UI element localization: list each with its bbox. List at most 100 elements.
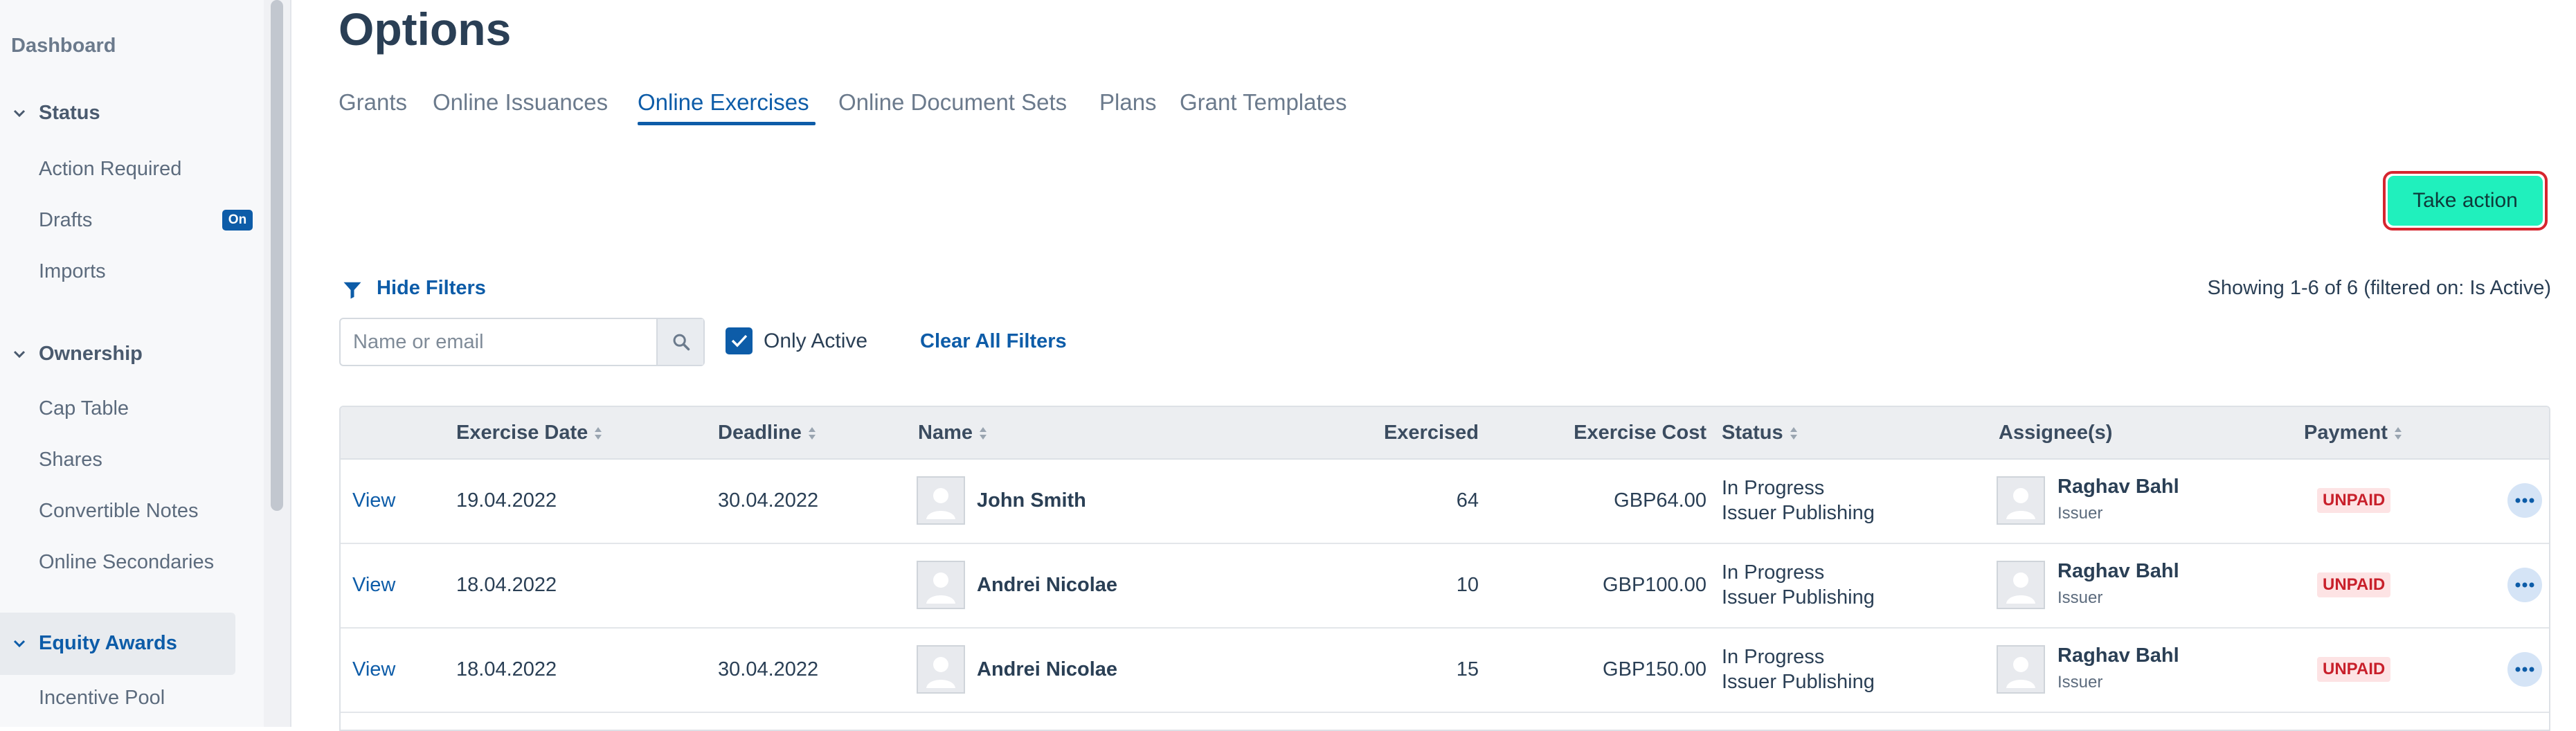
view-link[interactable]: View xyxy=(352,488,395,513)
table-row: View 18.04.2022 Andrei Nicolae 10 GBP100… xyxy=(341,543,2549,629)
drafts-badge: On xyxy=(222,210,253,231)
sort-icon xyxy=(1790,427,1797,440)
status-line-1: In Progress xyxy=(1722,477,1825,499)
status-line-1: In Progress xyxy=(1722,646,1825,668)
deadline-cell: 30.04.2022 xyxy=(718,489,819,512)
sort-icon xyxy=(980,427,987,440)
exercise-date-cell: 19.04.2022 xyxy=(456,489,557,512)
column-header-status[interactable]: Status xyxy=(1722,421,1799,444)
tab-plans[interactable]: Plans xyxy=(1099,87,1157,118)
exercise-date-cell: 18.04.2022 xyxy=(456,658,557,680)
sidebar-item-action-required[interactable]: Action Required xyxy=(39,158,181,181)
table-row: View 19.04.2022 30.04.2022 John Smith 64… xyxy=(341,458,2549,544)
chevron-down-icon[interactable] xyxy=(11,346,28,363)
assignee-avatar xyxy=(1997,476,2045,525)
tab-online-document-sets[interactable]: Online Document Sets xyxy=(838,87,1067,118)
sidebar-item-cap-table[interactable]: Cap Table xyxy=(39,397,129,420)
column-header-exercised: Exercised xyxy=(1383,422,1479,444)
sidebar-section-ownership[interactable]: Ownership xyxy=(39,343,143,366)
table-row: View 18.04.2022 30.04.2022 Andrei Nicola… xyxy=(341,627,2549,713)
exercise-cost-cell: GBP64.00 xyxy=(1614,489,1706,512)
search-input[interactable] xyxy=(341,319,659,365)
sort-icon xyxy=(2394,427,2402,440)
tab-grant-templates[interactable]: Grant Templates xyxy=(1180,87,1347,118)
assignee-role: Issuer xyxy=(2057,588,2103,607)
sidebar-item-convertible-notes[interactable]: Convertible Notes xyxy=(39,500,199,523)
column-header-payment[interactable]: Payment xyxy=(2304,421,2403,444)
search-button[interactable] xyxy=(656,319,703,365)
sidebar: Dashboard Status Action Required Drafts … xyxy=(0,0,264,727)
search-box xyxy=(339,318,705,366)
assignee-role: Issuer xyxy=(2057,504,2103,523)
only-active-label[interactable]: Only Active xyxy=(764,328,867,354)
ellipsis-icon xyxy=(2515,498,2534,503)
sidebar-item-incentive-pool[interactable]: Incentive Pool xyxy=(39,687,165,710)
avatar xyxy=(917,645,965,694)
assignee-avatar xyxy=(1997,561,2045,609)
column-header-name[interactable]: Name xyxy=(918,421,988,444)
tab-online-exercises[interactable]: Online Exercises xyxy=(638,87,809,118)
exercise-cost-cell: GBP150.00 xyxy=(1603,658,1706,680)
column-header-exercise-date[interactable]: Exercise Date xyxy=(456,421,603,444)
user-placeholder-icon xyxy=(926,488,955,519)
payment-status-badge: UNPAID xyxy=(2317,657,2391,682)
exercised-cell: 15 xyxy=(1456,658,1479,680)
scrollbar-thumb[interactable] xyxy=(271,0,283,511)
hide-filters-label: Hide Filters xyxy=(377,277,486,299)
status-line-2: Issuer Publishing xyxy=(1722,671,1875,693)
payment-status-badge: UNPAID xyxy=(2317,572,2391,597)
clear-all-filters-link[interactable]: Clear All Filters xyxy=(920,328,1067,354)
assignee-name: Raghav Bahl xyxy=(2057,560,2179,582)
exercised-cell: 10 xyxy=(1456,574,1479,596)
checkmark-icon xyxy=(731,334,748,348)
column-header-assignees: Assignee(s) xyxy=(1999,422,2113,444)
more-actions-button[interactable] xyxy=(2507,652,2542,687)
sidebar-section-equity-awards[interactable]: Equity Awards xyxy=(39,632,177,655)
exercise-cost-cell: GBP100.00 xyxy=(1603,574,1706,596)
user-placeholder-icon xyxy=(926,657,955,688)
user-placeholder-icon xyxy=(926,572,955,604)
sidebar-item-shares[interactable]: Shares xyxy=(39,449,102,471)
search-icon xyxy=(673,334,690,351)
tab-online-issuances[interactable]: Online Issuances xyxy=(433,87,608,118)
user-placeholder-icon xyxy=(2006,488,2035,519)
ellipsis-icon xyxy=(2515,667,2534,672)
sort-icon xyxy=(595,427,602,440)
deadline-cell: 30.04.2022 xyxy=(718,658,819,680)
sidebar-item-drafts[interactable]: Drafts xyxy=(39,209,92,232)
user-placeholder-icon xyxy=(2006,657,2035,688)
avatar xyxy=(917,561,965,609)
only-active-checkbox[interactable] xyxy=(726,327,753,354)
status-line-2: Issuer Publishing xyxy=(1722,586,1875,608)
assignee-avatar xyxy=(1997,645,2045,694)
sidebar-scrollbar[interactable] xyxy=(264,0,291,727)
column-header-deadline[interactable]: Deadline xyxy=(718,421,817,444)
active-tab-underline xyxy=(638,122,816,125)
sidebar-item-imports[interactable]: Imports xyxy=(39,260,106,283)
tab-grants[interactable]: Grants xyxy=(339,87,407,118)
name-cell: Andrei Nicolae xyxy=(977,658,1118,680)
sidebar-item-dashboard[interactable]: Dashboard xyxy=(11,35,116,57)
chevron-down-icon[interactable] xyxy=(11,635,28,652)
take-action-button[interactable]: Take action xyxy=(2383,171,2548,231)
ellipsis-icon xyxy=(2515,582,2534,588)
exercise-date-cell: 18.04.2022 xyxy=(456,574,557,596)
view-link[interactable]: View xyxy=(352,657,395,682)
view-link[interactable]: View xyxy=(352,572,395,597)
assignee-role: Issuer xyxy=(2057,673,2103,692)
sidebar-section-status[interactable]: Status xyxy=(39,102,100,125)
sort-icon xyxy=(808,427,816,440)
more-actions-button[interactable] xyxy=(2507,568,2542,602)
exercises-table: Exercise Date Deadline Name Exercised Ex… xyxy=(339,406,2550,731)
more-actions-button[interactable] xyxy=(2507,483,2542,518)
table-header: Exercise Date Deadline Name Exercised Ex… xyxy=(341,407,2549,460)
page-title: Options xyxy=(339,3,512,55)
avatar xyxy=(917,476,965,525)
assignee-name: Raghav Bahl xyxy=(2057,476,2179,498)
assignee-name: Raghav Bahl xyxy=(2057,644,2179,667)
column-header-exercise-cost: Exercise Cost xyxy=(1574,422,1706,444)
sidebar-item-online-secondaries[interactable]: Online Secondaries xyxy=(39,551,214,574)
payment-status-badge: UNPAID xyxy=(2317,488,2391,513)
name-cell: John Smith xyxy=(977,489,1086,512)
chevron-down-icon[interactable] xyxy=(11,105,28,122)
